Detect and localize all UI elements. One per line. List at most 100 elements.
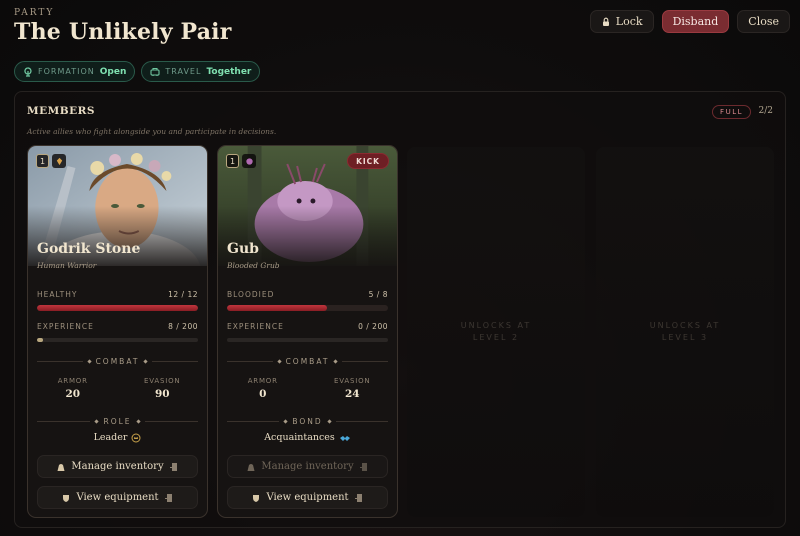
health-bar-fill bbox=[37, 305, 198, 311]
level-badge: 1 bbox=[226, 154, 239, 168]
party-title: The Unlikely Pair bbox=[14, 19, 232, 45]
health-label: BLOODIED bbox=[227, 290, 275, 299]
travel-pill[interactable]: TRAVEL Together bbox=[141, 61, 261, 82]
health-bar bbox=[37, 305, 198, 311]
health-label: HEALTHY bbox=[37, 290, 78, 299]
header-actions: Lock Disband Close bbox=[589, 10, 790, 33]
door-icon bbox=[164, 493, 172, 502]
unlock-line: UNLOCKS AT bbox=[460, 321, 532, 330]
manage-inventory-button[interactable]: Manage inventory bbox=[37, 455, 198, 478]
evasion-stat: EVASION 90 bbox=[118, 377, 208, 400]
experience-label: EXPERIENCE bbox=[227, 322, 284, 331]
travel-label: TRAVEL bbox=[165, 67, 202, 76]
door-icon bbox=[169, 462, 177, 471]
armor-value: 20 bbox=[65, 388, 81, 400]
view-equipment-button[interactable]: View equipment bbox=[227, 486, 388, 509]
role-value: Leader bbox=[93, 432, 128, 443]
experience-label: EXPERIENCE bbox=[37, 322, 94, 331]
unlock-line: UNLOCKS AT bbox=[649, 321, 721, 330]
bond-value-row: Acquaintances bbox=[218, 432, 397, 443]
combat-stats: ARMOR 20 EVASION 90 bbox=[28, 377, 207, 400]
armor-icon bbox=[63, 494, 70, 502]
combat-divider: COMBAT bbox=[37, 357, 199, 366]
formation-icon bbox=[24, 66, 32, 77]
door-icon bbox=[354, 493, 362, 502]
locked-slot-level-3: UNLOCKS AT LEVEL 3 bbox=[596, 147, 774, 517]
experience-row: EXPERIENCE 8 / 200 bbox=[37, 322, 198, 331]
health-value: 5 / 8 bbox=[368, 290, 388, 299]
evasion-label: EVASION bbox=[144, 377, 181, 385]
view-equipment-button[interactable]: View equipment bbox=[37, 486, 198, 509]
combat-stats: ARMOR 0 EVASION 24 bbox=[218, 377, 397, 400]
health-row: BLOODIED 5 / 8 bbox=[227, 290, 388, 299]
kick-button[interactable]: KICK bbox=[347, 153, 389, 169]
manage-inventory-button[interactable]: Manage inventory bbox=[227, 455, 388, 478]
formation-label: FORMATION bbox=[38, 67, 95, 76]
locked-slot-text: UNLOCKS AT LEVEL 2 bbox=[461, 320, 532, 344]
members-panel: MEMBERS Active allies who fight alongsid… bbox=[14, 91, 786, 528]
bag-icon bbox=[57, 463, 65, 471]
experience-bar bbox=[227, 338, 388, 342]
member-card-gub: 1 KICK Gub Blooded Grub BLOODIED 5 / 8 E… bbox=[217, 145, 398, 518]
armor-stat: ARMOR 20 bbox=[28, 377, 118, 400]
member-card-godrik: 1 Godrik Stone Human Warrior HEALTHY 12 … bbox=[27, 145, 208, 518]
view-equipment-label: View equipment bbox=[76, 492, 159, 503]
member-name: Godrik Stone bbox=[37, 241, 141, 257]
health-value: 12 / 12 bbox=[168, 290, 198, 299]
party-pills: FORMATION Open TRAVEL Together bbox=[14, 61, 261, 82]
view-equipment-label: View equipment bbox=[266, 492, 349, 503]
armor-value: 0 bbox=[259, 388, 267, 400]
evasion-stat: EVASION 24 bbox=[308, 377, 398, 400]
evasion-value: 24 bbox=[344, 388, 360, 400]
close-button[interactable]: Close bbox=[737, 10, 790, 33]
health-row: HEALTHY 12 / 12 bbox=[37, 290, 198, 299]
experience-value: 0 / 200 bbox=[358, 322, 388, 331]
member-race: Blooded Grub bbox=[227, 261, 280, 270]
role-divider: ROLE bbox=[37, 417, 199, 426]
experience-bar bbox=[37, 338, 198, 342]
locked-slot-level-2: UNLOCKS AT LEVEL 2 bbox=[407, 147, 585, 517]
combat-label: COMBAT bbox=[95, 357, 140, 366]
role-label: ROLE bbox=[103, 417, 132, 426]
bond-divider: BOND bbox=[227, 417, 388, 426]
armor-label: ARMOR bbox=[57, 377, 88, 385]
bag-icon bbox=[247, 463, 255, 471]
travel-value: Together bbox=[206, 66, 252, 77]
member-name: Gub bbox=[227, 241, 259, 257]
formation-pill[interactable]: FORMATION Open bbox=[14, 61, 136, 82]
armor-icon bbox=[253, 494, 260, 502]
crown-icon bbox=[131, 433, 141, 442]
full-badge: FULL bbox=[712, 105, 751, 119]
lock-label: Lock bbox=[615, 15, 643, 28]
role-value-row: Leader bbox=[28, 432, 207, 443]
armor-stat: ARMOR 0 bbox=[218, 377, 308, 400]
lock-button[interactable]: Lock bbox=[589, 10, 654, 33]
unlock-level: LEVEL 3 bbox=[661, 333, 709, 342]
combat-divider: COMBAT bbox=[227, 357, 389, 366]
creature-class-icon bbox=[242, 154, 256, 168]
bond-value: Acquaintances bbox=[264, 432, 335, 443]
warrior-class-icon bbox=[52, 154, 66, 168]
health-bar bbox=[227, 305, 388, 311]
experience-value: 8 / 200 bbox=[168, 322, 198, 331]
member-race: Human Warrior bbox=[37, 261, 97, 270]
members-title: MEMBERS bbox=[27, 105, 95, 117]
party-header: PARTY The Unlikely Pair bbox=[14, 8, 232, 45]
manage-inventory-label: Manage inventory bbox=[261, 461, 354, 472]
health-bar-fill bbox=[227, 305, 327, 311]
members-subtitle: Active allies who fight alongside you an… bbox=[27, 127, 277, 136]
armor-label: ARMOR bbox=[247, 377, 278, 385]
unlock-level: LEVEL 2 bbox=[472, 333, 520, 342]
level-badge: 1 bbox=[36, 154, 49, 168]
door-icon bbox=[359, 462, 367, 471]
locked-slot-text: UNLOCKS AT LEVEL 3 bbox=[650, 320, 721, 344]
handshake-icon bbox=[339, 435, 350, 441]
manage-inventory-label: Manage inventory bbox=[71, 461, 164, 472]
evasion-label: EVASION bbox=[334, 377, 371, 385]
party-eyebrow: PARTY bbox=[14, 8, 55, 18]
travel-icon bbox=[150, 67, 160, 76]
evasion-value: 90 bbox=[154, 388, 170, 400]
experience-row: EXPERIENCE 0 / 200 bbox=[227, 322, 388, 331]
combat-label: COMBAT bbox=[285, 357, 330, 366]
disband-button[interactable]: Disband bbox=[661, 10, 730, 33]
